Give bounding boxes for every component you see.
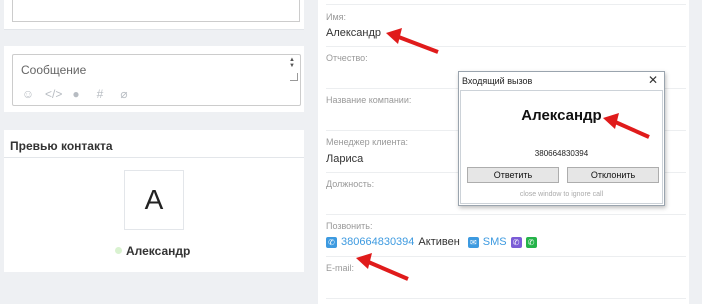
divider — [326, 4, 686, 5]
hash-icon[interactable]: # — [93, 87, 107, 101]
call-row: ✆ 380664830394 Активен ✉ SMS ✆ ✆ — [326, 236, 537, 248]
divider — [326, 256, 686, 257]
message-toolbar: ☺ </> ● # ⌀ — [21, 87, 131, 101]
patronymic-label: Отчество: — [326, 53, 368, 63]
name-label: Имя: — [326, 12, 347, 22]
viber-icon[interactable]: ✆ — [510, 236, 522, 248]
message-spinner[interactable]: ▲ ▼ — [288, 57, 296, 69]
answer-button[interactable]: Ответить — [467, 167, 559, 183]
divider — [326, 298, 686, 299]
sms-icon[interactable]: ✉ — [467, 236, 479, 248]
decline-button[interactable]: Отклонить — [567, 167, 659, 183]
avatar: А — [124, 170, 184, 230]
close-icon[interactable]: ✕ — [648, 73, 658, 87]
resize-handle[interactable] — [290, 73, 298, 81]
phone-link[interactable]: 380664830394 — [341, 236, 414, 248]
caller-name: Александр — [521, 107, 602, 124]
incoming-call-window: Входящий вызов ✕ Александр 380664830394 … — [458, 71, 665, 206]
company-label: Название компании: — [326, 95, 412, 105]
message-placeholder: Сообщение — [21, 63, 87, 77]
message-input[interactable]: Сообщение ▲ ▼ ☺ </> ● # ⌀ — [12, 54, 301, 106]
manager-label: Менеджер клиента: — [326, 137, 408, 147]
online-status-dot — [115, 247, 122, 254]
call-label: Позвонить: — [326, 221, 373, 231]
phone-icon[interactable]: ✆ — [326, 236, 337, 248]
text-area[interactable] — [12, 0, 300, 22]
smile-icon[interactable]: ☺ — [21, 87, 35, 101]
popup-body: Александр 380664830394 Ответить Отклонит… — [460, 90, 663, 204]
paperclip-icon[interactable]: ⌀ — [117, 87, 131, 101]
whatsapp-icon[interactable]: ✆ — [525, 236, 537, 248]
users-icon[interactable]: ● — [69, 87, 83, 101]
contact-preview-card: Превью контакта А Александр — [4, 130, 304, 272]
window-title: Входящий вызов — [462, 76, 533, 86]
code-icon[interactable]: </> — [45, 87, 62, 101]
divider — [326, 46, 686, 47]
email-label: E-mail: — [326, 263, 355, 273]
message-card: Сообщение ▲ ▼ ☺ </> ● # ⌀ — [4, 46, 304, 112]
top-card — [4, 0, 304, 30]
caller-phone: 380664830394 — [534, 149, 589, 158]
phone-status: Активен — [418, 236, 460, 248]
preview-contact-name: Александр — [126, 244, 191, 258]
position-label: Должность: — [326, 179, 375, 189]
divider — [4, 157, 304, 158]
preview-title: Превью контакта — [10, 139, 113, 153]
ignore-hint: close window to ignore call — [519, 191, 604, 198]
sms-link[interactable]: SMS — [483, 236, 507, 248]
divider — [326, 214, 686, 215]
name-value[interactable]: Александр — [326, 27, 381, 39]
manager-value[interactable]: Лариса — [326, 153, 363, 165]
